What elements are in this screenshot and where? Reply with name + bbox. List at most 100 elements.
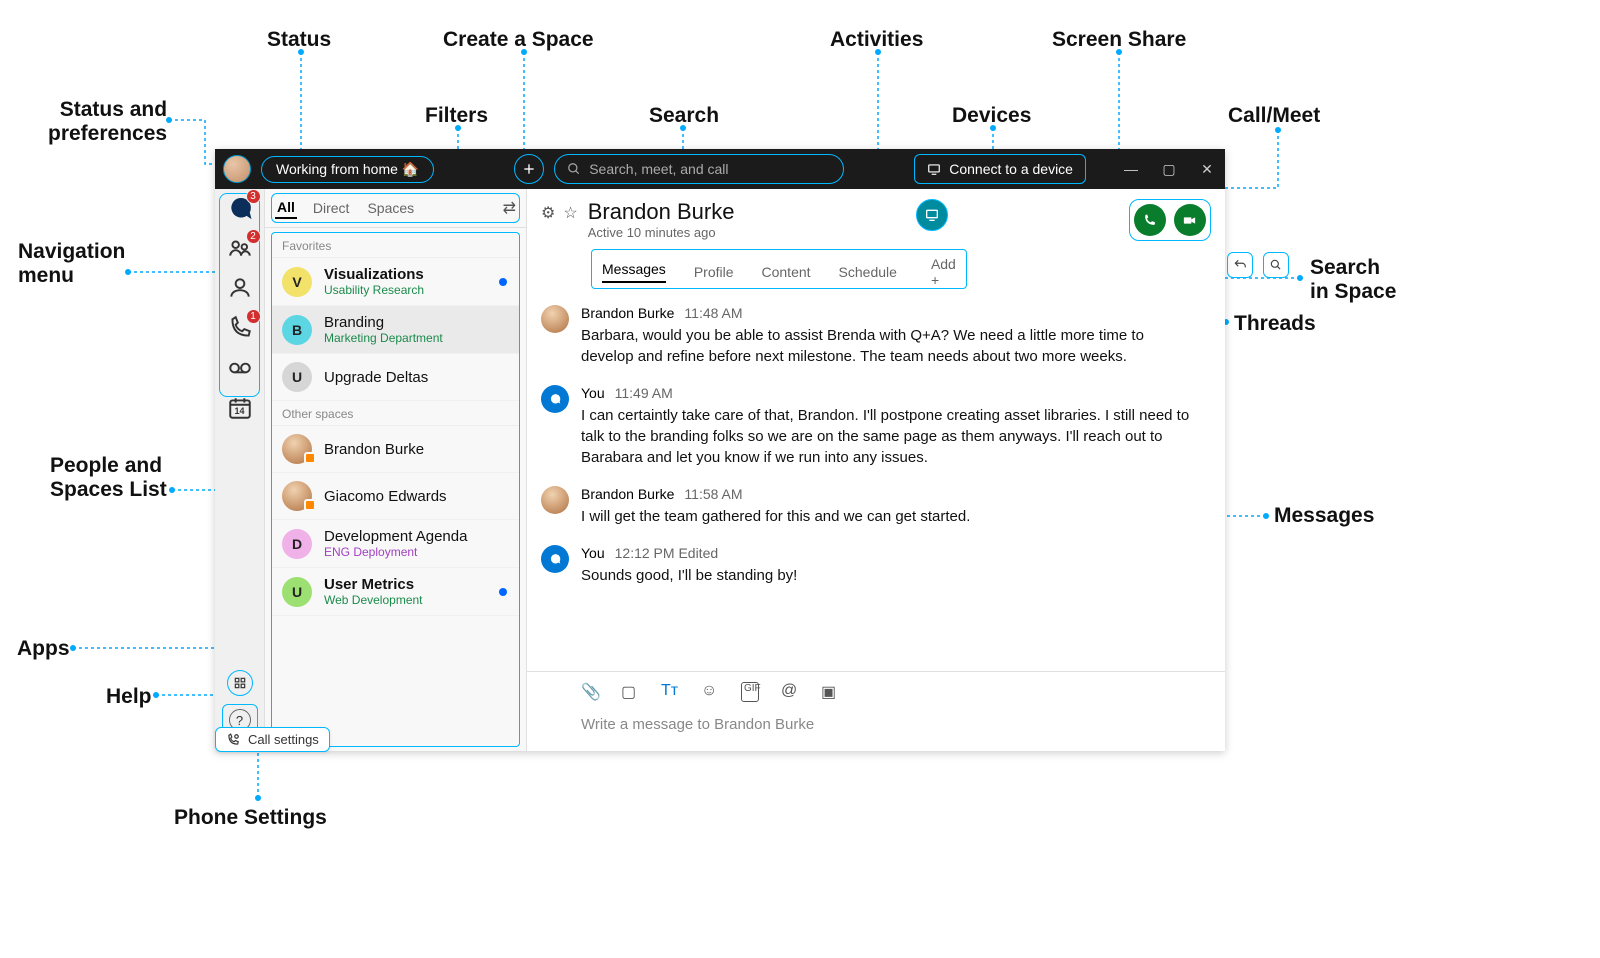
call-meet-group bbox=[1129, 199, 1211, 241]
maximize-button[interactable]: ▢ bbox=[1159, 161, 1179, 178]
space-item[interactable]: Brandon Burke bbox=[272, 426, 519, 473]
create-space-button[interactable] bbox=[514, 154, 544, 184]
space-title: Giacomo Edwards bbox=[324, 488, 447, 505]
space-item[interactable]: V Visualizations Usability Research bbox=[272, 258, 519, 306]
section-other: Other spaces bbox=[272, 401, 519, 426]
nav-rail: 3 2 1 14 bbox=[215, 189, 265, 751]
close-button[interactable]: ✕ bbox=[1197, 161, 1217, 178]
space-avatar: D bbox=[282, 529, 312, 559]
label-screen-share: Screen Share bbox=[1052, 28, 1186, 52]
favorite-star-icon[interactable]: ☆ bbox=[563, 203, 577, 223]
filter-settings-icon[interactable]: ⇄ bbox=[503, 198, 516, 218]
space-title: Brandon Burke bbox=[324, 441, 424, 458]
messages-area[interactable]: Brandon Burke 11:48 AM Barbara, would you… bbox=[527, 289, 1225, 671]
message-time: 11:58 AM bbox=[684, 486, 742, 502]
message-time: 11:48 AM bbox=[684, 305, 742, 321]
contact-card-icon[interactable]: ▣ bbox=[821, 682, 839, 702]
filter-direct[interactable]: Direct bbox=[311, 198, 352, 218]
minimize-button[interactable]: — bbox=[1121, 161, 1141, 178]
apps-icon bbox=[233, 676, 247, 690]
space-subtitle: ENG Deployment bbox=[324, 545, 467, 559]
space-subtitle: Usability Research bbox=[324, 283, 424, 297]
label-search: Search bbox=[649, 104, 719, 128]
unread-dot bbox=[499, 588, 507, 596]
tab-content[interactable]: Content bbox=[762, 264, 811, 280]
space-item[interactable]: D Development Agenda ENG Deployment bbox=[272, 520, 519, 568]
video-call-button[interactable] bbox=[1174, 204, 1206, 236]
audio-call-button[interactable] bbox=[1134, 204, 1166, 236]
space-item[interactable]: B Branding Marketing Department bbox=[272, 306, 519, 354]
message[interactable]: Brandon Burke11:58 AM I will get the tea… bbox=[541, 486, 1199, 527]
tab-schedule[interactable]: Schedule bbox=[839, 264, 897, 280]
user-avatar[interactable] bbox=[223, 155, 251, 183]
nav-contacts[interactable] bbox=[227, 275, 253, 301]
nav-calls[interactable]: 1 bbox=[227, 315, 253, 341]
settings-gear-icon[interactable]: ⚙ bbox=[541, 203, 555, 223]
label-create-space: Create a Space bbox=[443, 28, 594, 52]
search-in-space-button[interactable] bbox=[1263, 252, 1289, 278]
filter-spaces[interactable]: Spaces bbox=[365, 198, 416, 218]
device-text: Connect to a device bbox=[949, 161, 1073, 177]
search-placeholder: Search, meet, and call bbox=[589, 161, 728, 177]
label-devices: Devices bbox=[952, 104, 1031, 128]
label-status: Status bbox=[267, 28, 331, 52]
status-pill[interactable]: Working from home 🏠 bbox=[261, 156, 434, 183]
tab-messages[interactable]: Messages bbox=[602, 261, 666, 283]
call-settings-button[interactable]: Call settings bbox=[215, 727, 330, 752]
label-apps: Apps bbox=[17, 637, 70, 661]
space-item[interactable]: U Upgrade Deltas bbox=[272, 354, 519, 401]
chat-header: ⚙ ☆ Brandon Burke Active 10 minutes ago bbox=[527, 189, 1225, 241]
emoji-icon[interactable]: ☺ bbox=[701, 682, 719, 702]
mention-icon[interactable]: @ bbox=[781, 682, 799, 702]
message-author: You bbox=[581, 385, 605, 401]
attach-icon[interactable]: 📎 bbox=[581, 682, 599, 702]
search-icon bbox=[567, 162, 581, 176]
label-help: Help bbox=[106, 685, 152, 709]
format-icon[interactable]: Tᴛ bbox=[661, 682, 679, 702]
composer: 📎 ▢ Tᴛ ☺ GIF @ ▣ Write a message to Bran… bbox=[527, 671, 1225, 751]
nav-voicemail[interactable] bbox=[227, 355, 253, 381]
device-icon bbox=[927, 162, 941, 176]
message[interactable]: You11:49 AM I can certaintly take care o… bbox=[541, 385, 1199, 468]
label-filters: Filters bbox=[425, 104, 488, 128]
tab-profile[interactable]: Profile bbox=[694, 264, 734, 280]
screenshot-icon[interactable]: ▢ bbox=[621, 682, 639, 702]
message[interactable]: Brandon Burke11:48 AM Barbara, would you… bbox=[541, 305, 1199, 367]
message-text: Sounds good, I'll be standing by! bbox=[581, 565, 1199, 586]
space-title: Visualizations bbox=[324, 266, 424, 283]
nav-teams[interactable]: 2 bbox=[227, 235, 253, 261]
chat-title: Brandon Burke bbox=[588, 199, 735, 225]
connect-device-button[interactable]: Connect to a device bbox=[914, 154, 1086, 184]
phone-settings-icon bbox=[226, 733, 240, 747]
message-author: You bbox=[581, 545, 605, 561]
label-phone-settings: Phone Settings bbox=[174, 806, 327, 830]
message-text: Barbara, would you be able to assist Bre… bbox=[581, 325, 1199, 367]
space-item[interactable]: Giacomo Edwards bbox=[272, 473, 519, 520]
message[interactable]: You12:12 PM Edited Sounds good, I'll be … bbox=[541, 545, 1199, 586]
nav-calendar[interactable]: 14 bbox=[227, 395, 253, 421]
composer-input[interactable]: Write a message to Brandon Burke bbox=[541, 708, 1211, 741]
space-item[interactable]: U User Metrics Web Development bbox=[272, 568, 519, 616]
threads-button[interactable] bbox=[1227, 252, 1253, 278]
message-time: 11:49 AM bbox=[615, 385, 673, 401]
video-icon bbox=[1182, 213, 1197, 228]
call-settings-label: Call settings bbox=[248, 732, 319, 747]
tab-add[interactable]: Add + bbox=[931, 256, 956, 288]
nav-chat[interactable]: 3 bbox=[227, 195, 253, 221]
space-avatar: B bbox=[282, 315, 312, 345]
phone-icon bbox=[1142, 213, 1157, 228]
space-avatar: U bbox=[282, 577, 312, 607]
nav-apps[interactable] bbox=[227, 670, 253, 696]
space-avatar: U bbox=[282, 362, 312, 392]
space-title: Branding bbox=[324, 314, 443, 331]
label-nav-menu: Navigation menu bbox=[18, 240, 125, 288]
message-author: Brandon Burke bbox=[581, 486, 674, 502]
spaces-list: Favorites V Visualizations Usability Res… bbox=[271, 232, 520, 747]
nav-calendar-day: 14 bbox=[227, 406, 253, 416]
screen-share-button[interactable] bbox=[916, 199, 948, 231]
screen-share-icon bbox=[924, 207, 940, 223]
threads-icon bbox=[1233, 258, 1247, 272]
gif-icon[interactable]: GIF bbox=[741, 682, 759, 702]
filter-all[interactable]: All bbox=[275, 197, 297, 219]
search-input[interactable]: Search, meet, and call bbox=[554, 154, 844, 184]
